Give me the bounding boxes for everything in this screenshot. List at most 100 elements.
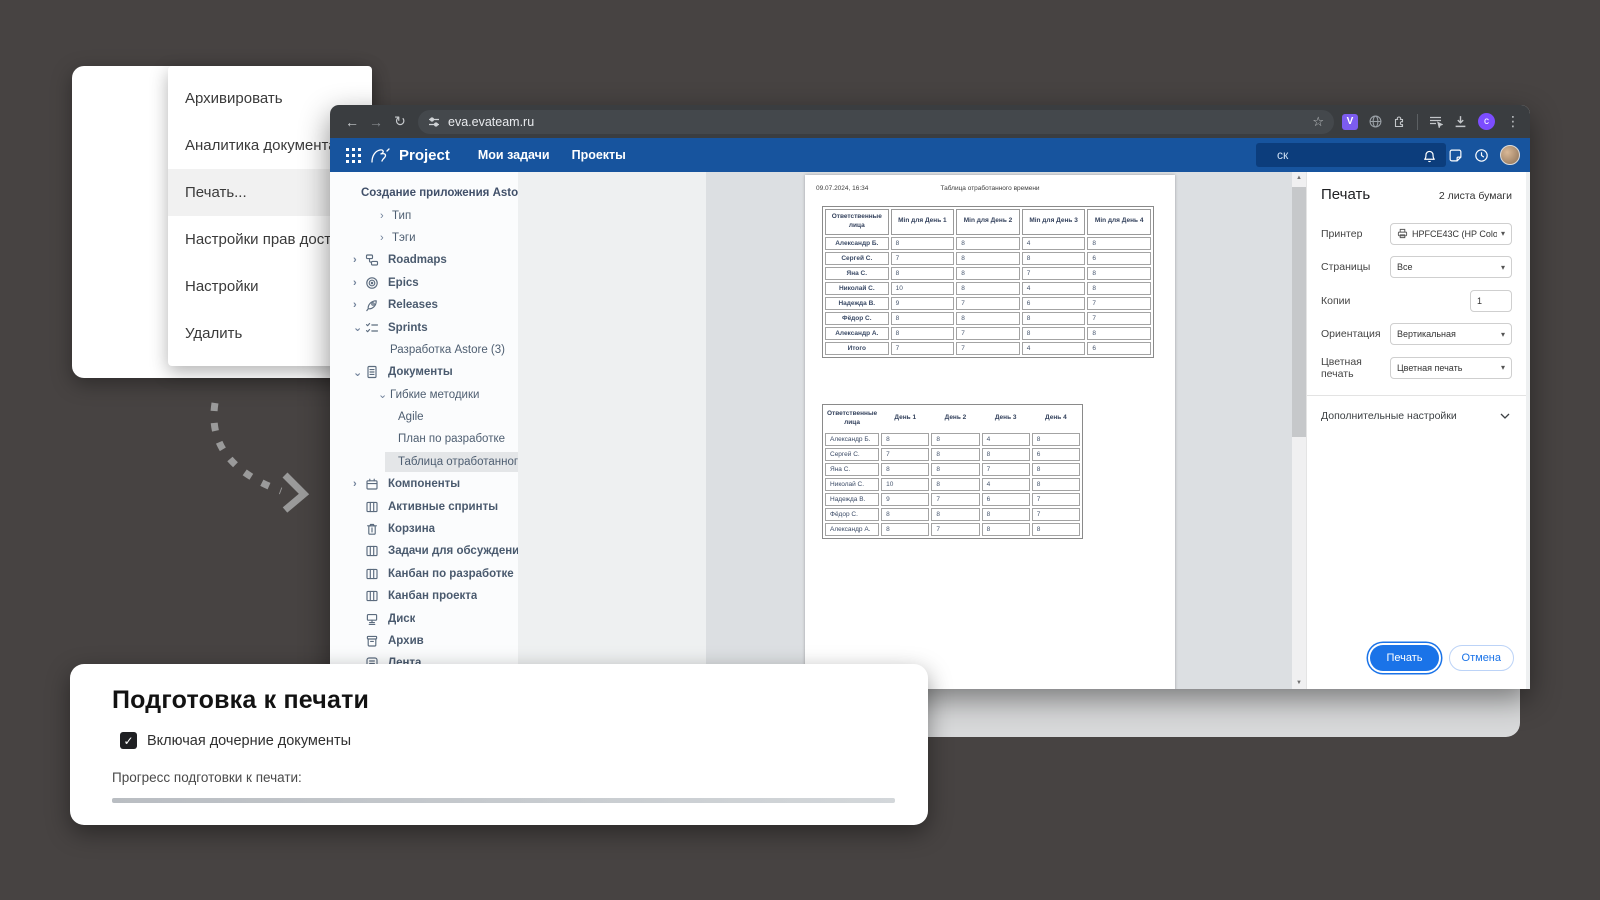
table-row: Итого 7 7 4 6 — [825, 342, 1151, 355]
progress-label: Прогресс подготовки к печати: — [112, 770, 895, 785]
sidebar-item[interactable]: › Roadmaps — [330, 249, 518, 271]
browser-toolbar: ← → ↻ eva.evateam.ru ☆ V — [330, 105, 1530, 138]
print-setting-control[interactable]: Все ▾ — [1390, 256, 1512, 278]
sidebar-item[interactable]: Канбан по разработке — [330, 563, 518, 585]
chevron-icon[interactable]: ⌄ — [353, 366, 365, 379]
table-row: Александр Б. 8 8 4 8 — [825, 237, 1151, 250]
worked-time-table-2: Ответственные лица День 1 День 2 День 3 … — [822, 404, 1083, 539]
sidebar-item[interactable]: Корзина — [330, 518, 518, 540]
sidebar-item[interactable]: ⌄ Sprints — [330, 316, 518, 338]
chevron-icon[interactable]: ⌄ — [378, 388, 390, 401]
dropdown-caret-icon: ▾ — [1501, 229, 1505, 238]
notifications-bell-icon[interactable] — [1422, 148, 1437, 163]
header-nav-item[interactable]: Проекты — [572, 148, 626, 162]
components-icon — [365, 477, 379, 491]
board-icon — [365, 544, 379, 558]
annotation-arrow — [193, 395, 323, 515]
chevron-icon[interactable]: › — [353, 277, 365, 289]
chevron-icon[interactable]: › — [353, 254, 365, 266]
extensions-puzzle-icon[interactable] — [1393, 115, 1406, 128]
sidebar-item[interactable]: › Тэги — [330, 227, 518, 249]
print-cancel-button[interactable]: Отмена — [1449, 645, 1514, 671]
preview-scrollbar[interactable]: ▲ ▼ — [1292, 172, 1306, 689]
site-info-icon[interactable] — [428, 116, 440, 128]
scroll-up-icon[interactable]: ▲ — [1292, 175, 1306, 181]
trash-icon — [365, 522, 379, 536]
archive-icon — [365, 634, 379, 648]
checkbox-label: Включая дочерние документы — [147, 733, 351, 749]
extension-v-icon[interactable]: V — [1342, 114, 1358, 130]
page-header-title: Таблица отработанного времени — [805, 185, 1175, 192]
chevron-icon[interactable]: › — [353, 299, 365, 311]
chevron-icon[interactable]: › — [353, 478, 365, 490]
sidebar-item[interactable]: › Тип — [330, 204, 518, 226]
chevron-icon[interactable]: › — [380, 232, 392, 244]
chevron-down-icon — [1500, 413, 1510, 419]
print-setting-control[interactable]: HPFCE43C (HP Color La: ▾ — [1390, 223, 1512, 245]
reload-icon[interactable]: ↻ — [388, 113, 412, 130]
print-setting-control[interactable]: Цветная печать ▾ — [1390, 357, 1512, 379]
board-icon — [365, 589, 379, 603]
print-confirm-button[interactable]: Печать — [1370, 645, 1438, 671]
disk-icon — [365, 612, 379, 626]
document-icon — [365, 365, 379, 379]
user-avatar[interactable] — [1500, 145, 1520, 165]
chevron-icon[interactable]: › — [380, 210, 392, 222]
reading-list-icon[interactable] — [1429, 115, 1443, 128]
forward-icon[interactable]: → — [364, 114, 388, 130]
table-row: Яна С. 8 8 7 8 — [825, 463, 1080, 476]
prepare-print-dialog: Подготовка к печати ✓ Включая дочерние д… — [70, 664, 928, 825]
printer-icon — [1397, 228, 1408, 239]
notes-icon[interactable] — [1448, 148, 1463, 163]
sidebar-item[interactable]: Создание приложения Astore — [330, 182, 518, 204]
table-row: Надежда В. 9 7 6 7 — [825, 493, 1080, 506]
sidebar-item[interactable]: Agile — [330, 406, 518, 428]
menu-dots-icon[interactable]: ⋮ — [1506, 113, 1520, 130]
table-row: Фёдор С. 8 8 8 7 — [825, 312, 1151, 325]
sidebar-item[interactable]: Активные спринты — [330, 495, 518, 517]
dropdown-caret-icon: ▾ — [1501, 330, 1505, 339]
sidebar-item[interactable]: Диск — [330, 607, 518, 629]
globe-icon[interactable] — [1369, 115, 1382, 128]
history-icon[interactable] — [1474, 148, 1489, 163]
sidebar-item[interactable]: Канбан проекта — [330, 585, 518, 607]
browser-window: ← → ↻ eva.evateam.ru ☆ V — [330, 105, 1530, 689]
sidebar-item[interactable]: План по разработке — [330, 428, 518, 450]
scroll-down-icon[interactable]: ▼ — [1292, 680, 1306, 686]
table-header-cell: Min для День 3 — [1022, 209, 1086, 235]
download-icon[interactable] — [1454, 115, 1467, 128]
sidebar-item[interactable]: › Компоненты — [330, 473, 518, 495]
rocket-icon — [365, 298, 379, 312]
sidebar-item[interactable]: › Epics — [330, 272, 518, 294]
print-setting-row: Копии 1 ▾ — [1321, 284, 1512, 318]
toolbar-divider — [1417, 114, 1418, 130]
profile-avatar-icon[interactable]: c — [1478, 113, 1495, 130]
back-icon[interactable]: ← — [340, 114, 364, 130]
bookmark-star-icon[interactable]: ☆ — [1312, 114, 1324, 130]
sidebar-item[interactable]: Разработка Astore (3) — [330, 339, 518, 361]
url-text: eva.evateam.ru — [448, 115, 534, 129]
header-nav-item[interactable]: Мои задачи — [478, 148, 550, 162]
print-setting-control[interactable]: 1 ▾ — [1470, 290, 1512, 312]
apps-grid-icon[interactable] — [346, 148, 361, 163]
sidebar-item[interactable]: ⌄ Документы — [330, 361, 518, 383]
search-input[interactable]: ск — [1256, 143, 1446, 167]
sidebar-item[interactable]: ⌄ Гибкие методики — [330, 384, 518, 406]
sidebar-item[interactable]: Архив — [330, 630, 518, 652]
project-sidebar: Создание приложения Astore › Тип › Тэги … — [330, 172, 518, 689]
epics-icon — [365, 276, 379, 290]
print-setting-control[interactable]: Вертикальная ▾ — [1390, 323, 1512, 345]
scrollbar-thumb[interactable] — [1292, 187, 1306, 437]
chevron-icon[interactable]: ⌄ — [353, 321, 365, 334]
product-name[interactable]: Project — [399, 147, 450, 164]
more-settings-toggle[interactable]: Дополнительные настройки — [1321, 396, 1512, 422]
sidebar-item[interactable]: › Releases — [330, 294, 518, 316]
dialog-title: Подготовка к печати — [112, 686, 895, 715]
print-setting-row: Цветная печать Цветная печать ▾ — [1321, 351, 1512, 385]
sprints-icon — [365, 321, 379, 335]
progress-bar — [112, 798, 895, 803]
sidebar-item[interactable]: Таблица отработанного времени — [330, 451, 518, 473]
sidebar-item[interactable]: Задачи для обсуждения — [330, 540, 518, 562]
include-children-checkbox[interactable]: ✓ — [120, 732, 137, 749]
address-bar[interactable]: eva.evateam.ru ☆ — [418, 110, 1334, 134]
